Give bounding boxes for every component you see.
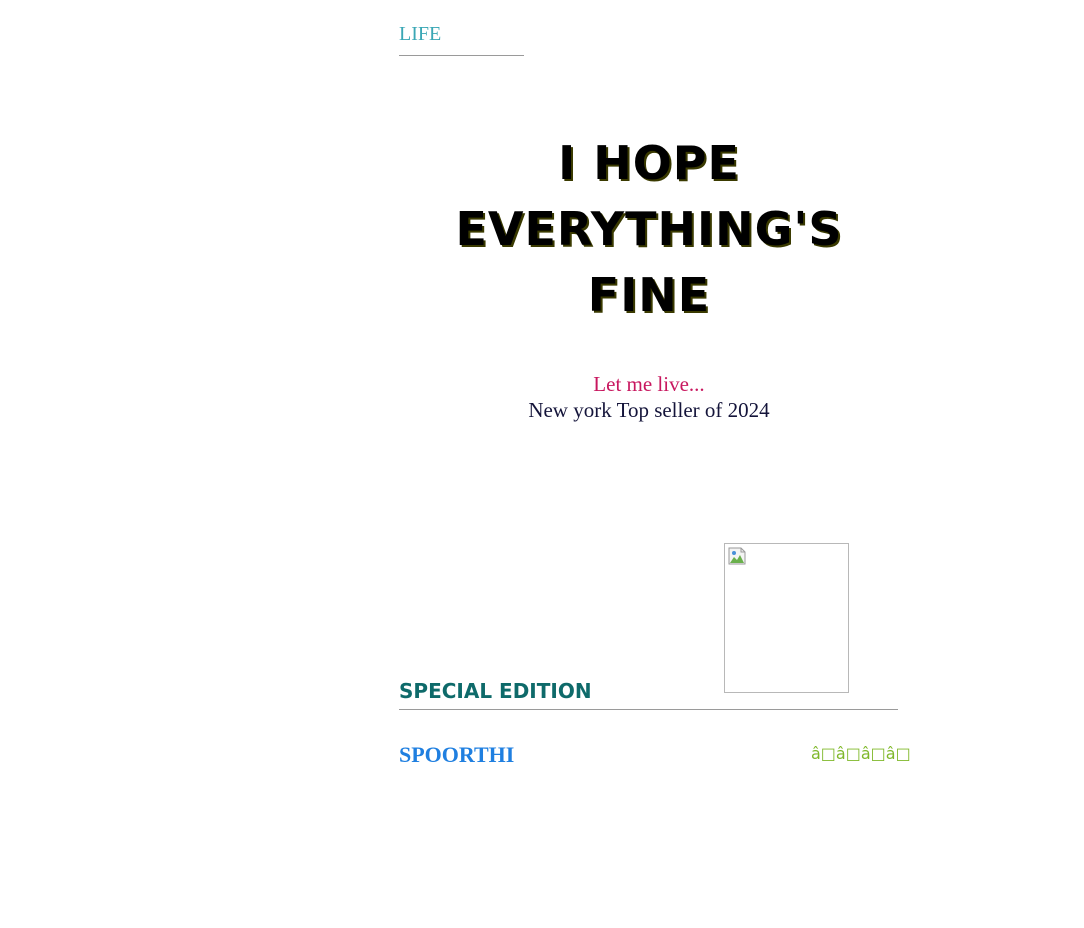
book-title-line: EVERYTHING'S — [455, 202, 843, 256]
author-name: SPOORTHI — [399, 742, 515, 767]
broken-image-icon — [728, 547, 746, 565]
edition-label: SPECIAL EDITION — [399, 679, 592, 703]
subtitle: New york Top seller of 2024 — [528, 398, 770, 422]
book-title-line: I HOPE — [558, 136, 740, 190]
tagline: Let me live... — [593, 372, 705, 396]
rating-text: â□â□â□â□ — [811, 744, 911, 763]
category-label: LIFE — [399, 23, 442, 45]
category-divider — [399, 55, 524, 56]
book-card: LIFE I HOPE EVERYTHING'S FINE Let me liv… — [399, 0, 911, 928]
book-title: I HOPE EVERYTHING'S FINE — [399, 130, 899, 328]
cover-image — [724, 543, 849, 693]
edition-divider — [399, 709, 898, 710]
book-title-line: FINE — [587, 268, 711, 322]
